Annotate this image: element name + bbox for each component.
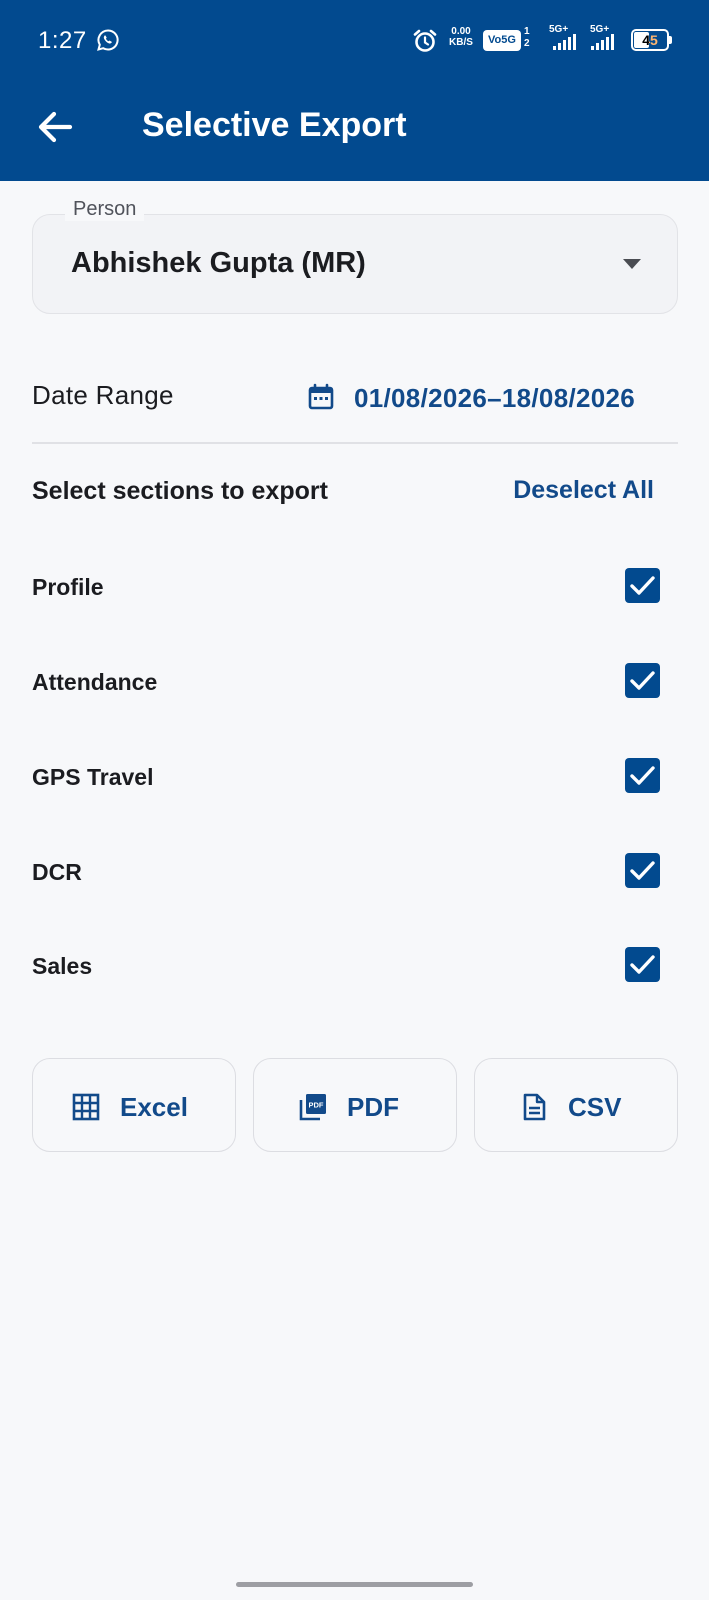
calendar-icon bbox=[308, 383, 334, 410]
checkmark-icon bbox=[630, 671, 655, 690]
date-range-label: Date Range bbox=[32, 380, 174, 410]
export-pdf-button[interactable]: PDF PDF bbox=[253, 1058, 457, 1152]
section-row-profile[interactable]: Profile bbox=[32, 556, 660, 616]
status-time: 1:27 bbox=[38, 27, 87, 54]
alarm-icon bbox=[413, 29, 437, 52]
whatsapp-icon bbox=[97, 29, 119, 51]
export-csv-label: CSV bbox=[568, 1092, 622, 1122]
sim-slot-2: 2 bbox=[524, 38, 530, 49]
checkmark-icon bbox=[630, 955, 655, 974]
battery-icon: 45 bbox=[631, 29, 672, 51]
section-label: GPS Travel bbox=[32, 764, 154, 790]
section-row-dcr[interactable]: DCR bbox=[32, 841, 660, 901]
checkbox-sales[interactable] bbox=[625, 947, 660, 982]
sim-slot-1: 1 bbox=[524, 26, 530, 37]
signal-1-label: 5G+ bbox=[549, 24, 569, 35]
signal-2-label: 5G+ bbox=[590, 24, 610, 35]
pdf-file-icon: PDF bbox=[299, 1094, 326, 1121]
export-csv-button[interactable]: CSV bbox=[474, 1058, 678, 1152]
date-range-button[interactable]: 01/08/2026–18/08/2026 bbox=[308, 374, 678, 418]
svg-text:PDF: PDF bbox=[309, 1101, 324, 1110]
signal-icon: 5G+ bbox=[588, 24, 622, 52]
back-button[interactable] bbox=[30, 105, 80, 149]
date-range-row: Date Range 01/08/2026–18/08/2026 bbox=[32, 368, 678, 424]
deselect-all-button[interactable]: Deselect All bbox=[513, 472, 654, 512]
checkmark-icon bbox=[630, 861, 655, 880]
checkbox-dcr[interactable] bbox=[625, 853, 660, 888]
checkbox-attendance[interactable] bbox=[625, 663, 660, 698]
person-value: Abhishek Gupta (MR) bbox=[71, 247, 366, 279]
person-select[interactable]: Person Abhishek Gupta (MR) bbox=[32, 198, 678, 314]
app-bar: 1:27 0.00 KB/S Vo5G 1 2 5G+ 5G+ 45 Selec… bbox=[0, 0, 709, 181]
export-excel-button[interactable]: Excel bbox=[32, 1058, 236, 1152]
vo5g-badge: Vo5G bbox=[483, 30, 521, 51]
checkmark-icon bbox=[630, 766, 655, 785]
checkbox-gps-travel[interactable] bbox=[625, 758, 660, 793]
divider bbox=[32, 442, 678, 444]
net-speed-unit: KB/S bbox=[449, 37, 473, 48]
page-title: Selective Export bbox=[142, 106, 407, 144]
dropdown-caret-icon bbox=[623, 259, 641, 269]
sim-slots: 1 2 bbox=[524, 26, 530, 50]
section-label: Sales bbox=[32, 953, 93, 979]
net-speed-value: 0.00 bbox=[451, 26, 471, 37]
status-bar: 1:27 0.00 KB/S Vo5G 1 2 5G+ 5G+ 45 bbox=[0, 0, 709, 82]
checkmark-icon bbox=[630, 576, 655, 595]
section-row-sales[interactable]: Sales bbox=[32, 935, 660, 995]
battery-level: 45 bbox=[642, 32, 658, 48]
person-label: Person bbox=[65, 198, 145, 221]
export-pdf-label: PDF bbox=[347, 1092, 399, 1122]
home-indicator[interactable] bbox=[236, 1582, 473, 1587]
net-speed: 0.00 KB/S bbox=[446, 26, 476, 48]
section-row-attendance[interactable]: Attendance bbox=[32, 651, 660, 711]
section-row-gps-travel[interactable]: GPS Travel bbox=[32, 746, 660, 806]
date-range-value: 01/08/2026–18/08/2026 bbox=[354, 383, 636, 413]
export-excel-label: Excel bbox=[120, 1092, 188, 1122]
checkbox-profile[interactable] bbox=[625, 568, 660, 603]
table-grid-icon bbox=[72, 1093, 100, 1121]
arrow-left-icon bbox=[38, 111, 73, 143]
sections-heading: Select sections to export bbox=[32, 477, 328, 505]
section-label: DCR bbox=[32, 859, 82, 885]
document-icon bbox=[523, 1093, 546, 1121]
section-label: Profile bbox=[32, 574, 104, 600]
section-label: Attendance bbox=[32, 669, 158, 695]
signal-icon: 5G+ bbox=[547, 24, 581, 52]
